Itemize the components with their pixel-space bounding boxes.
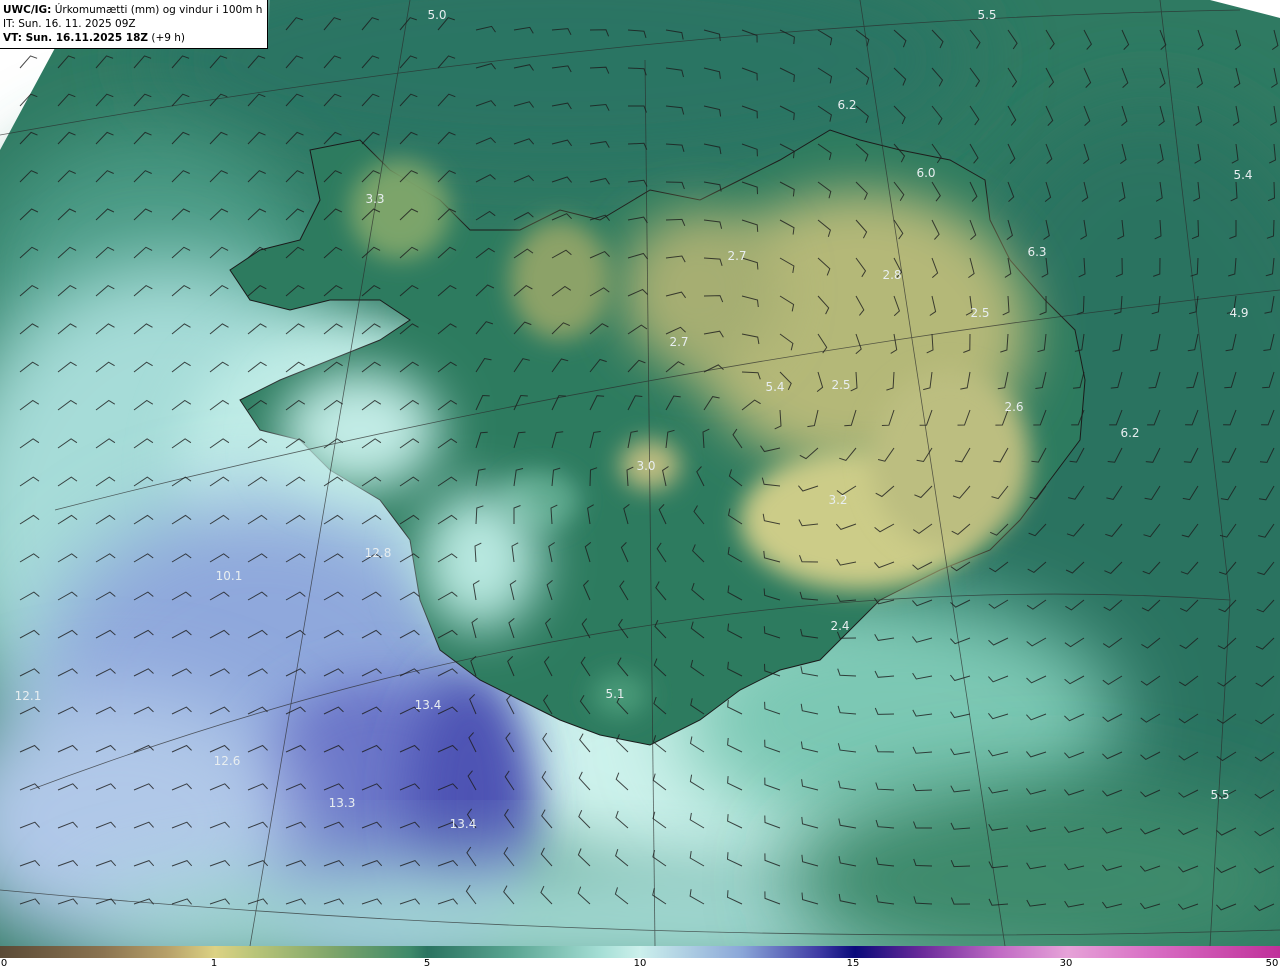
map-value-label: 3.2 [828, 493, 848, 507]
map-value-label: 5.4 [1233, 168, 1253, 182]
map-value-label: 3.3 [365, 192, 385, 206]
model-code: UWC/IG: [3, 4, 52, 16]
colorbar-gradient [0, 946, 1280, 958]
map-value-label: 5.5 [977, 8, 997, 22]
it-value: Sun. 16. 11. 2025 09Z [14, 18, 136, 30]
colorbar-tick: 50 [1265, 958, 1279, 969]
map-title: Úrkomumætti (mm) og vindur i 100m hæð [51, 4, 263, 16]
map-value-label: 2.5 [831, 378, 851, 392]
colorbar-tick: 10 [633, 958, 647, 969]
it-label: IT: [3, 18, 15, 30]
map-value-label: 5.4 [765, 380, 785, 394]
vt-offset: (+9 h) [148, 32, 186, 44]
map-value-label: 2.7 [727, 249, 747, 263]
map-value-label: 5.1 [605, 687, 625, 701]
map-value-label: 2.5 [970, 306, 990, 320]
colorbar-tick: 15 [846, 958, 860, 969]
map-value-label: 13.4 [414, 698, 442, 712]
map-value-label: 6.0 [916, 166, 936, 180]
map-value-label: 5.0 [427, 8, 447, 22]
map-value-label: 13.3 [328, 796, 356, 810]
map-value-label: 6.2 [837, 98, 857, 112]
colorbar-tick: 0 [0, 958, 8, 969]
colorbar-tick: 5 [423, 958, 431, 969]
precipitation-map [0, 0, 1280, 946]
colorbar-tick: 30 [1059, 958, 1073, 969]
map-value-label: 6.2 [1120, 426, 1140, 440]
map-value-label: 13.4 [449, 817, 477, 831]
precipitation-colorbar [0, 946, 1280, 958]
colorbar-tick: 1 [210, 958, 218, 969]
map-value-label: 6.3 [1027, 245, 1047, 259]
map-value-label: 10.1 [215, 569, 243, 583]
map-value-label: 3.0 [636, 459, 656, 473]
map-value-label: 12.6 [213, 754, 241, 768]
it-row: IT: Sun. 16. 11. 2025 09Z [3, 17, 263, 31]
title-row: UWC/IG: Úrkomumætti (mm) og vindur i 100… [3, 3, 263, 17]
map-value-label: 4.9 [1229, 306, 1249, 320]
map-value-label: 12.8 [364, 546, 392, 560]
header-box: UWC/IG: Úrkomumætti (mm) og vindur i 100… [0, 0, 268, 49]
vt-row: VT: Sun. 16.11.2025 18Z (+9 h) [3, 31, 263, 45]
map-value-label: 2.4 [830, 619, 850, 633]
vt-label: VT: Sun. 16.11.2025 18Z [3, 32, 149, 44]
map-value-label: 12.1 [14, 689, 42, 703]
map-value-label: 2.7 [669, 335, 689, 349]
map-value-label: 5.5 [1210, 788, 1230, 802]
map-value-label: 2.8 [882, 268, 902, 282]
map-value-label: 2.6 [1004, 400, 1024, 414]
